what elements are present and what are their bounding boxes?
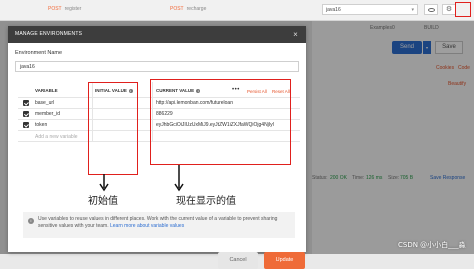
info-icon: i [28, 218, 34, 224]
environment-select-value: java16 [326, 7, 341, 13]
tab-label: recharge [186, 6, 207, 12]
annotation-highlight-current-value [150, 79, 291, 165]
cancel-button[interactable]: Cancel [218, 252, 258, 269]
add-variable-input[interactable]: Add a new variable [35, 134, 78, 140]
tab-method: POST [48, 6, 62, 12]
annotation-highlight-settings [455, 2, 471, 17]
info-banner-text: Use variables to reuse values in differe… [38, 216, 288, 230]
variable-checkbox[interactable] [23, 100, 29, 106]
variable-checkbox[interactable] [23, 122, 29, 128]
annotation-arrow [174, 165, 184, 192]
watermark: CSDN @小小白___淼 [398, 241, 466, 249]
close-icon[interactable]: × [293, 26, 298, 43]
tab-recharge[interactable]: POST recharge [170, 6, 206, 17]
environment-select[interactable]: java16 ▾ [322, 4, 418, 15]
learn-more-link[interactable]: Learn more about variable values [110, 223, 184, 229]
annotation-arrow [99, 174, 109, 192]
modal-title: MANAGE ENVIRONMENTS [15, 31, 83, 37]
tab-register[interactable]: POST register [48, 6, 81, 17]
variable-name[interactable]: member_id [35, 109, 60, 120]
environment-quick-look-button[interactable] [424, 4, 438, 15]
annotation-highlight-initial-value [88, 82, 138, 175]
tab-method: POST [170, 6, 184, 12]
tab-bar: POST register POST recharge java16 ▾ ⚙ [0, 0, 474, 21]
environment-name-input[interactable]: java16 [15, 61, 299, 72]
manage-environments-modal: MANAGE ENVIRONMENTS × Environment Name j… [8, 26, 306, 269]
annotation-initial-label: 初始值 [88, 196, 118, 207]
column-header-variable-label: VARIABLE [35, 88, 58, 93]
chevron-down-icon: ▾ [411, 7, 414, 13]
variable-checkbox[interactable] [23, 111, 29, 117]
eye-icon [428, 8, 435, 12]
environment-name-label: Environment Name [15, 50, 63, 56]
column-header-variable: VARIABLE [35, 88, 58, 93]
tab-label: register [64, 6, 82, 12]
annotation-current-label: 现在显示的值 [176, 196, 236, 207]
manage-environments-button[interactable]: ⚙ [442, 4, 456, 15]
modal-header: MANAGE ENVIRONMENTS × [8, 26, 306, 43]
gear-icon: ⚙ [445, 6, 453, 13]
update-button[interactable]: Update [264, 252, 305, 269]
variable-name[interactable]: base_url [35, 98, 54, 109]
variable-name[interactable]: token [35, 120, 47, 131]
